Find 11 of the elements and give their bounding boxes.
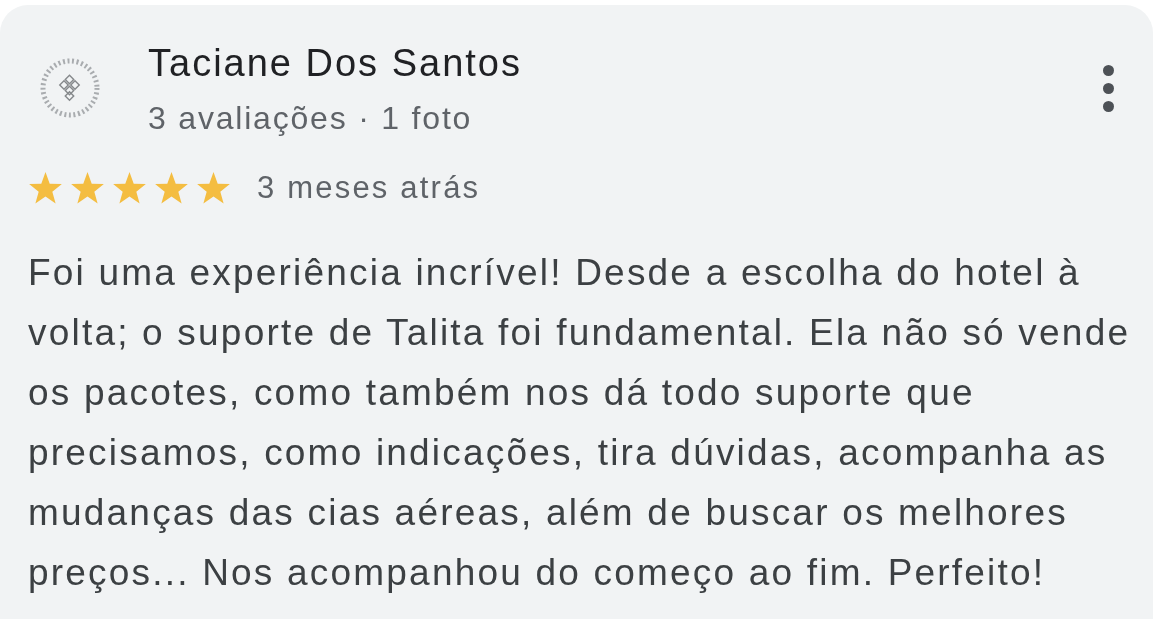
star-icon — [196, 171, 231, 205]
reviewer-name: Taciane Dos Santos — [148, 41, 522, 85]
reviewer-stats: 3 avaliações · 1 foto — [148, 99, 474, 138]
star-icon — [112, 171, 147, 205]
star-icon — [70, 171, 105, 205]
review-time: 3 meses atrás — [257, 170, 481, 206]
review-text: Foi uma experiência incrível! Desde a escolha do hotel à volta; o suporte de Talita foi fundamental. Ela não só vende os pacotes, como também nos dá todo suporte que precisamos, como indicações, tira dúvidas, acompanha as mudanças das cias aéreas, além de buscar os melhores preços... Nos acompanhou do começo ao fim. Perfeito! — [28, 251, 1132, 595]
avatar-logo-icon — [38, 56, 102, 120]
star-icon — [28, 171, 63, 205]
star-icon — [154, 171, 189, 205]
more-options-icon — [1102, 64, 1114, 112]
